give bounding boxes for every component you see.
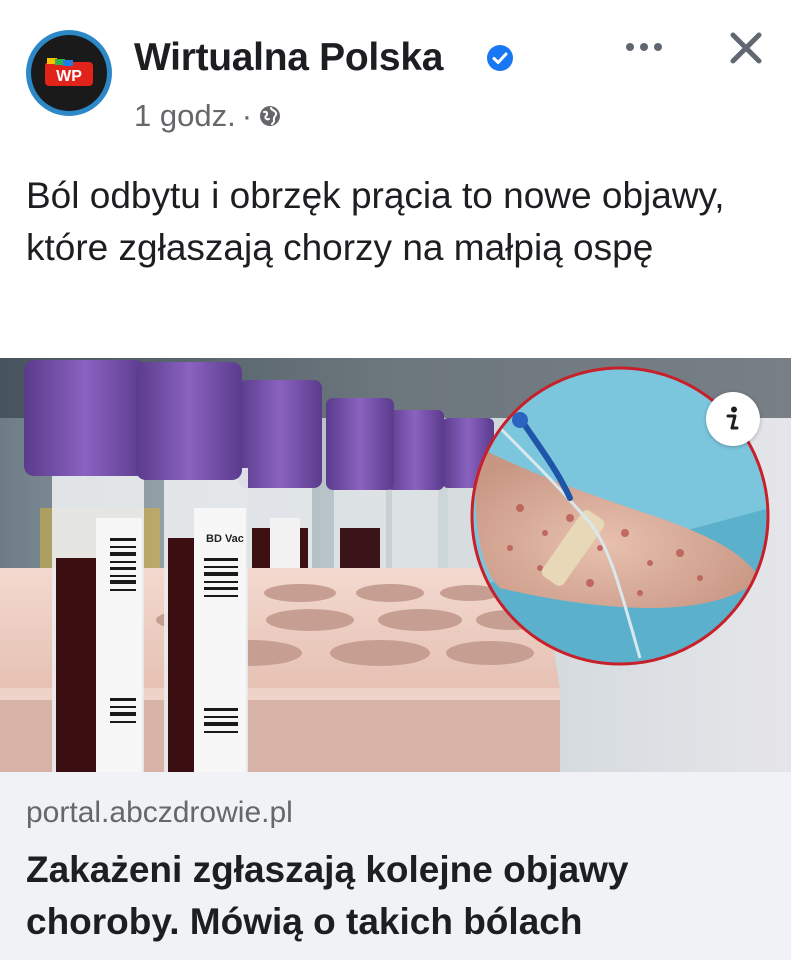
link-preview[interactable]: portal.abczdrowie.pl Zakażeni zgłaszają … <box>0 772 791 960</box>
ad-info-button[interactable] <box>706 392 760 446</box>
wp-logo: WP <box>31 35 107 111</box>
page-avatar[interactable]: WP <box>26 30 112 116</box>
svg-text:WP: WP <box>56 68 82 85</box>
post-header: WP Wirtualna Polska 1 godz. · <box>0 0 791 160</box>
close-button[interactable] <box>724 26 768 70</box>
meta-separator: · <box>241 98 253 133</box>
more-options-button[interactable] <box>622 30 666 64</box>
close-icon <box>730 32 762 64</box>
link-domain: portal.abczdrowie.pl <box>26 796 293 829</box>
link-headline[interactable]: Zakażeni zgłaszają kolejne objawy chorob… <box>26 844 766 948</box>
facebook-post: WP Wirtualna Polska 1 godz. · Ból odbytu… <box>0 0 791 960</box>
more-options-icon <box>626 43 662 51</box>
wp-logo-mark: WP <box>45 58 93 86</box>
link-preview-image[interactable]: BD Vac <box>0 358 791 772</box>
post-timestamp[interactable]: 1 godz. <box>134 98 236 134</box>
blood-tubes-image: BD Vac <box>0 358 791 772</box>
post-meta: 1 godz. · <box>134 98 282 134</box>
verified-badge-icon <box>487 45 513 71</box>
info-icon <box>726 406 739 430</box>
tube-label: BD Vac <box>206 533 244 545</box>
post-caption: Ból odbytu i obrzęk prącia to nowe objaw… <box>26 175 725 268</box>
globe-icon[interactable] <box>258 104 282 128</box>
page-name[interactable]: Wirtualna Polska <box>134 36 443 80</box>
